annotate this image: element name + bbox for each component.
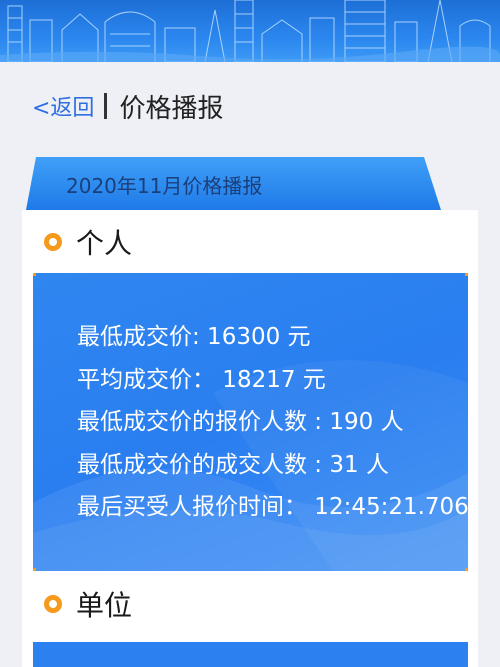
bullet-dot-icon (44, 233, 62, 251)
section-personal-title: 个人 (22, 222, 132, 262)
page-title: 价格播报 (119, 93, 224, 124)
card-corner-mark (33, 568, 36, 571)
back-button[interactable]: <返回 (32, 90, 94, 122)
card-corner-mark (33, 273, 36, 276)
card-corner-mark (465, 273, 468, 276)
personal-price-card: 最低成交价: 16300 元 平均成交价： 18217 元 最低成交价的报价人数… (33, 273, 468, 571)
month-ribbon: 2020年11月价格播报 (26, 157, 441, 210)
average-price-line: 平均成交价： 18217 元 (77, 366, 326, 393)
header-divider (104, 93, 108, 119)
last-bid-time-line: 最后买受人报价时间： 12:45:21.706 (77, 494, 468, 520)
price-info-list: 最低成交价: 16300 元 平均成交价： 18217 元 最低成交价的报价人数… (77, 316, 468, 529)
page-header: <返回 价格播报 (0, 62, 500, 150)
unit-price-card (33, 642, 468, 667)
lowest-price-line: 最低成交价: 16300 元 (77, 324, 311, 350)
bullet-dot-icon (44, 595, 62, 613)
section-label: 个人 (76, 227, 133, 260)
city-skyline-illustration (0, 0, 500, 62)
section-unit-title: 单位 (22, 584, 132, 624)
card-corner-mark (465, 568, 468, 571)
section-label: 单位 (76, 589, 133, 622)
header-banner (0, 0, 500, 62)
ribbon-label: 2020年11月价格播报 (66, 174, 263, 198)
lowest-price-bidders-line: 最低成交价的报价人数 : 190 人 (77, 409, 404, 435)
lowest-price-deals-line: 最低成交价的成交人数 : 31 人 (77, 451, 389, 478)
